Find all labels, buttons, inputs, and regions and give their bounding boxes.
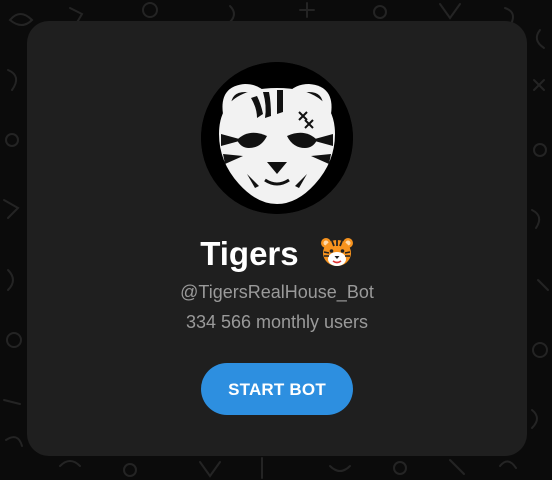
tiger-face-icon: [320, 235, 354, 269]
bot-monthly-users: 334 566 monthly users: [185, 312, 369, 332]
bot-name-row: Tigers: [27, 232, 527, 274]
start-bot-button[interactable]: START BOT: [201, 363, 353, 415]
tiger-avatar-icon: [201, 62, 353, 214]
bot-username: @TigersRealHouse_Bot: [180, 282, 374, 302]
bot-name: Tigers: [200, 235, 299, 273]
bot-avatar: [201, 62, 353, 214]
bot-info-card: Tigers @TigersRealHouse_Bot 334 566 mont…: [27, 21, 527, 456]
